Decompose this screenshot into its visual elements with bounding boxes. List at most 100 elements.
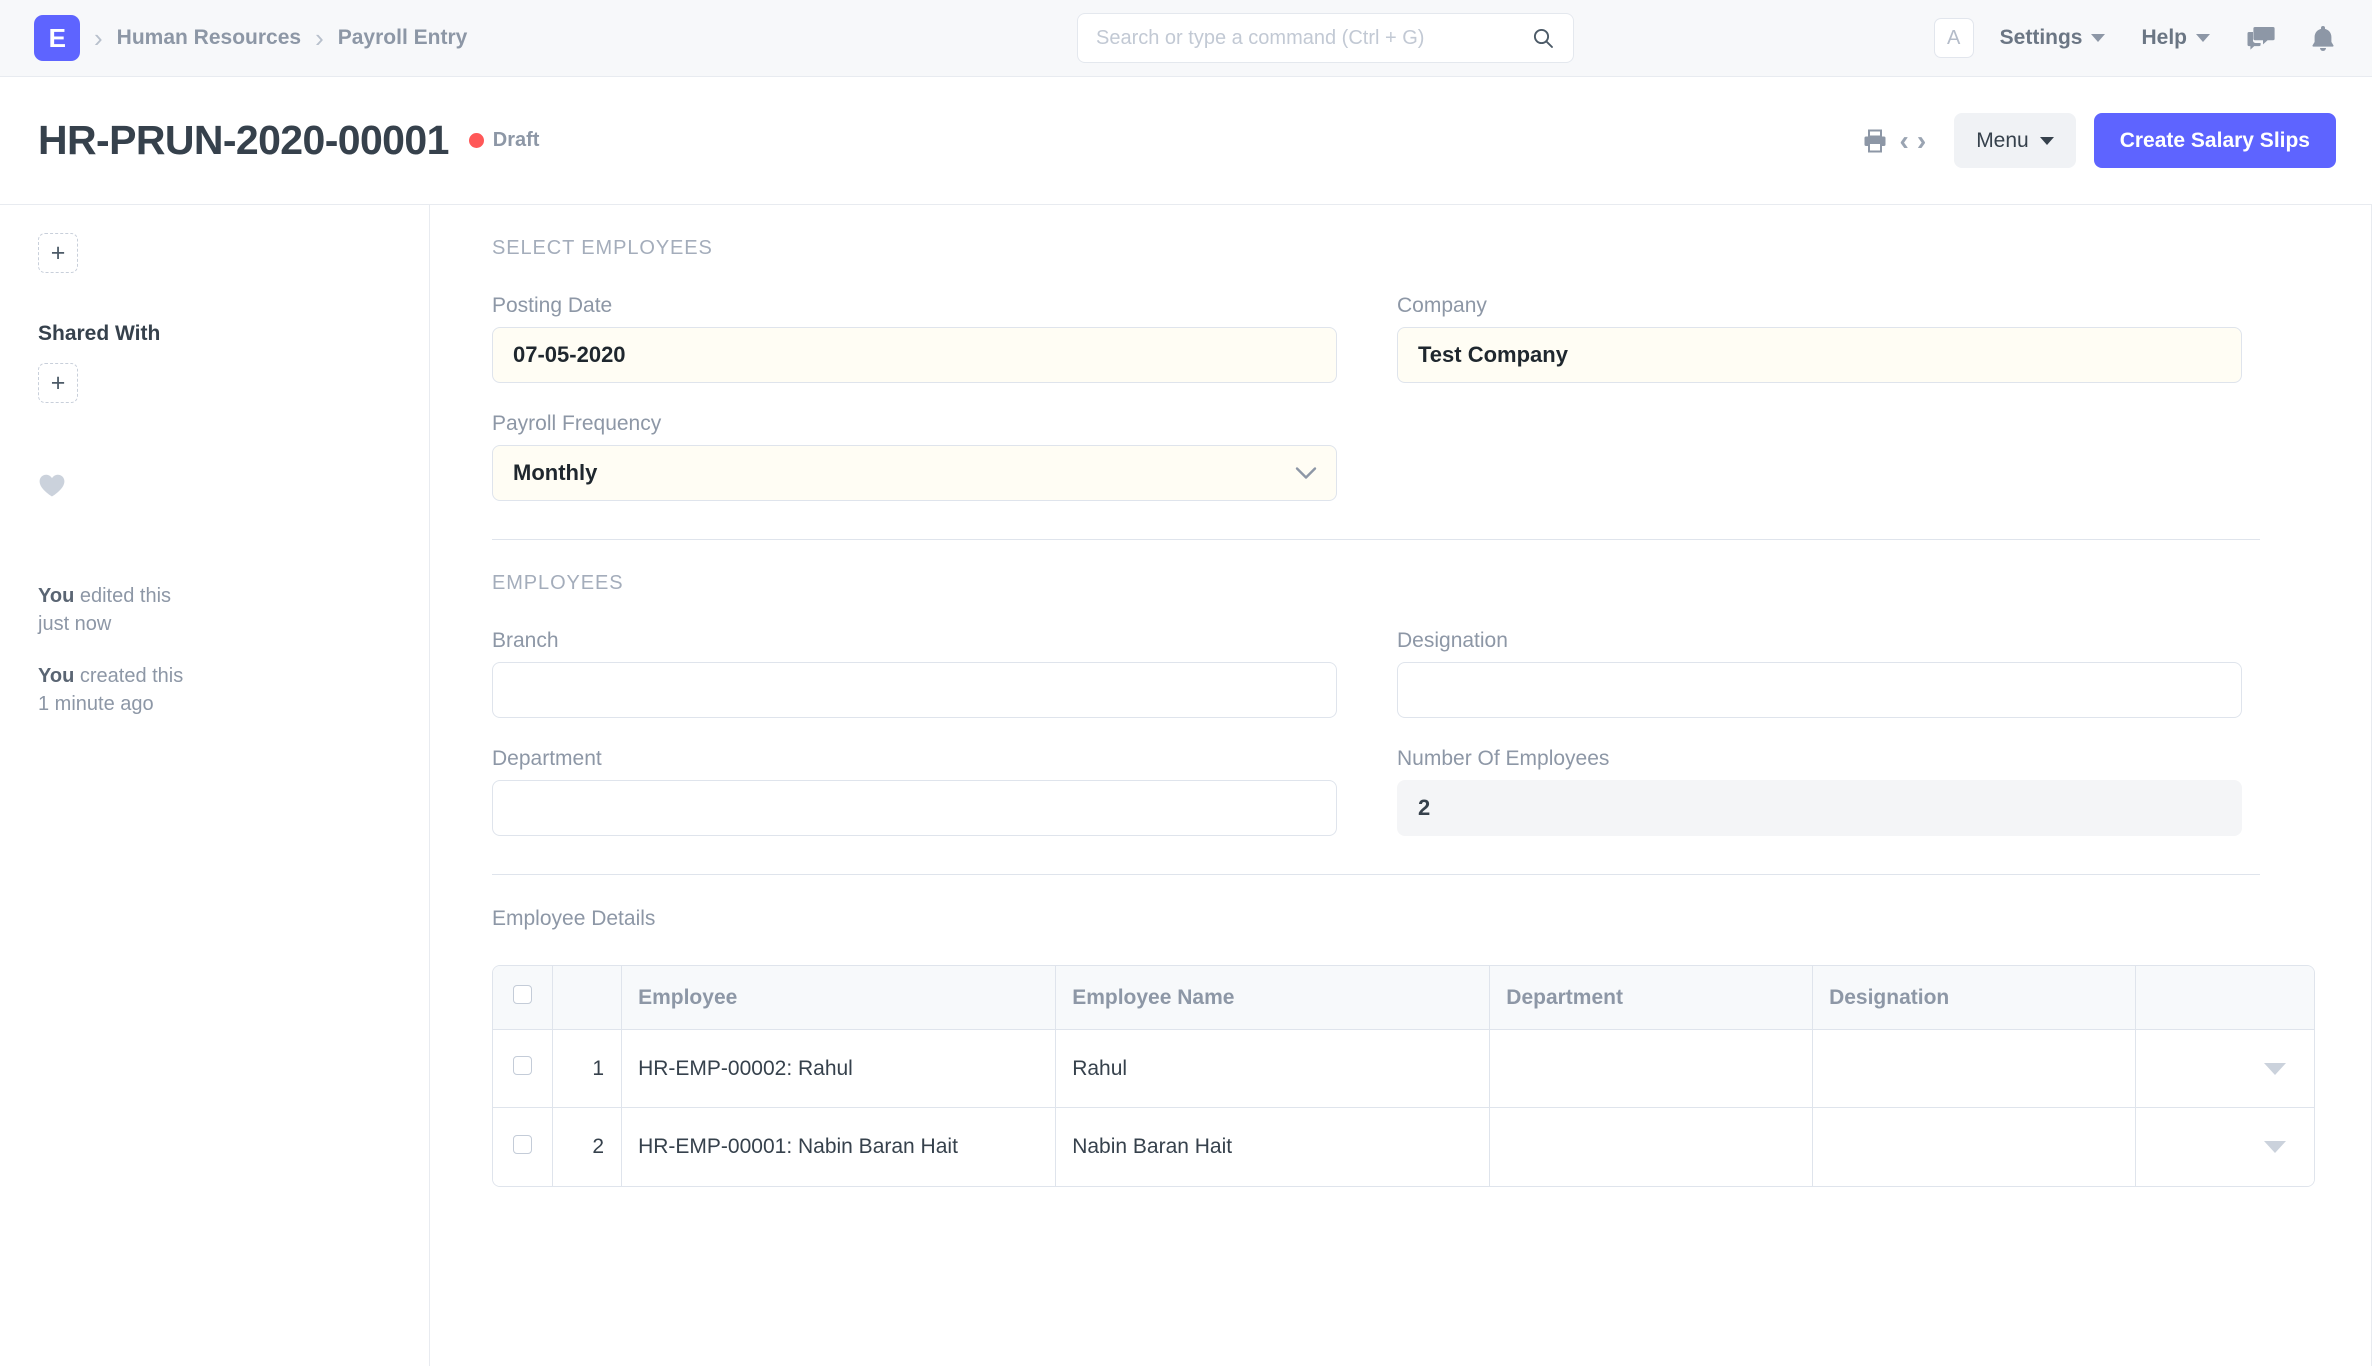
designation-input[interactable] — [1397, 662, 2242, 718]
cell-employee[interactable]: HR-EMP-00001: Nabin Baran Hait — [622, 1108, 1057, 1186]
page-title: HR-PRUN-2020-00001 — [38, 117, 449, 163]
app-logo-letter: E — [48, 22, 66, 53]
like-button[interactable] — [38, 473, 429, 503]
chevron-down-icon — [2091, 34, 2106, 42]
breadcrumb: E › Human Resources › Payroll Entry — [34, 15, 467, 61]
chevron-right-icon: › — [94, 23, 103, 53]
chat-button[interactable] — [2246, 25, 2276, 51]
section-employees: Employees Branch Department Designation — [492, 540, 2260, 875]
company-input[interactable] — [1397, 327, 2242, 383]
row-expand-cell[interactable] — [2135, 1030, 2314, 1108]
column-header-actions — [2135, 966, 2314, 1030]
shared-with-label: Shared With — [38, 322, 161, 345]
search-icon — [1533, 28, 1553, 48]
expand-row-icon[interactable] — [2264, 1141, 2286, 1153]
designation-label: Designation — [1397, 629, 1508, 652]
plus-icon: + — [50, 238, 66, 267]
cell-employee-name[interactable]: Rahul — [1056, 1030, 1491, 1108]
search-input[interactable] — [1096, 26, 1531, 50]
row-checkbox[interactable] — [513, 1056, 533, 1075]
status-label: Draft — [492, 129, 540, 151]
add-assignment-button[interactable]: + — [38, 233, 78, 273]
activity-actor: You — [38, 585, 75, 607]
column-header-employee-name: Employee Name — [1056, 966, 1491, 1030]
column-right: Company — [1397, 294, 2242, 501]
number-of-employees-input — [1397, 780, 2242, 836]
row-select-cell[interactable] — [493, 1108, 554, 1186]
expand-row-icon[interactable] — [2264, 1062, 2286, 1075]
print-button[interactable] — [1854, 128, 1896, 154]
posting-date-label: Posting Date — [492, 294, 613, 317]
number-of-employees-label: Number Of Employees — [1397, 747, 1610, 770]
next-document-button[interactable]: › — [1913, 126, 1930, 155]
status-indicator-dot — [468, 133, 484, 148]
chevron-down-icon — [2196, 34, 2210, 42]
cell-department[interactable] — [1490, 1108, 1814, 1186]
company-label: Company — [1397, 294, 1487, 317]
breadcrumb-payroll-entry[interactable]: Payroll Entry — [338, 26, 468, 50]
row-checkbox[interactable] — [513, 1134, 533, 1154]
employee-details-table: Employee Employee Name Department Design… — [492, 965, 2315, 1187]
cell-designation[interactable] — [1813, 1030, 2136, 1108]
row-index-header — [553, 966, 623, 1030]
activity-time: 1 minute ago — [38, 693, 154, 716]
top-navbar: E › Human Resources › Payroll Entry A Se… — [0, 0, 2372, 77]
app-logo[interactable]: E — [34, 15, 80, 61]
avatar-letter: A — [1946, 26, 1961, 49]
activity-item: You edited this just now — [38, 582, 429, 639]
table-row[interactable]: 2 HR-EMP-00001: Nabin Baran Hait Nabin B… — [493, 1108, 2314, 1186]
table-row[interactable]: 1 HR-EMP-00002: Rahul Rahul — [493, 1030, 2314, 1108]
activity-time: just now — [38, 613, 112, 636]
field-posting-date: Posting Date — [492, 294, 1337, 383]
page-header: HR-PRUN-2020-00001 Draft ‹ › Menu Create… — [0, 77, 2372, 205]
chat-icon — [2247, 27, 2275, 50]
field-payroll-frequency: Payroll Frequency — [492, 412, 1337, 501]
department-input[interactable] — [492, 780, 1337, 836]
cell-department[interactable] — [1490, 1030, 1814, 1108]
plus-icon: + — [50, 368, 66, 397]
cell-employee-name[interactable]: Nabin Baran Hait — [1056, 1108, 1491, 1186]
notifications-button[interactable] — [2310, 24, 2336, 52]
breadcrumb-human-resources[interactable]: Human Resources — [117, 26, 301, 50]
settings-dropdown[interactable]: Settings — [2000, 26, 2106, 50]
column-header-employee: Employee — [622, 966, 1057, 1030]
row-select-cell[interactable] — [493, 1030, 554, 1108]
settings-label: Settings — [1999, 26, 2083, 49]
section-employee-details: Employee Details Employee Employee Name … — [492, 875, 2315, 1225]
column-left: Posting Date Payroll Frequency — [492, 294, 1337, 501]
activity-actor: You — [38, 664, 75, 687]
select-all-checkbox[interactable] — [513, 985, 533, 1004]
field-designation: Designation — [1397, 629, 2242, 718]
chevron-down-icon — [2039, 136, 2054, 145]
menu-label: Menu — [1976, 128, 2029, 152]
menu-dropdown-button[interactable]: Menu — [1954, 113, 2076, 168]
table-header-row: Employee Employee Name Department Design… — [493, 966, 2314, 1030]
chevron-right-icon: › — [315, 23, 324, 53]
column-header-designation: Designation — [1813, 966, 2136, 1030]
create-salary-slips-button[interactable]: Create Salary Slips — [2093, 113, 2336, 168]
row-index: 2 — [553, 1108, 623, 1186]
section-title-employees: Employees — [492, 572, 624, 594]
add-share-button[interactable]: + — [38, 363, 78, 403]
row-index: 1 — [553, 1030, 623, 1108]
row-expand-cell[interactable] — [2135, 1108, 2314, 1186]
field-department: Department — [492, 747, 1337, 836]
document-sidebar: + Shared With + You edited this just now… — [0, 205, 430, 1366]
previous-document-button[interactable]: ‹ — [1896, 126, 1913, 155]
posting-date-input[interactable] — [492, 327, 1337, 383]
payroll-frequency-select[interactable] — [492, 445, 1337, 501]
section-title-select-employees: Select Employees — [492, 237, 713, 259]
help-dropdown[interactable]: Help — [2141, 26, 2210, 50]
select-all-header[interactable] — [493, 966, 554, 1030]
department-label: Department — [492, 747, 602, 770]
branch-label: Branch — [492, 629, 559, 652]
avatar[interactable]: A — [1933, 18, 1974, 58]
cell-designation[interactable] — [1813, 1108, 2136, 1186]
global-search[interactable] — [1077, 13, 1574, 63]
page-actions: ‹ › Menu Create Salary Slips — [1854, 113, 2336, 168]
payroll-frequency-label: Payroll Frequency — [492, 412, 662, 435]
cell-employee[interactable]: HR-EMP-00002: Rahul — [622, 1030, 1057, 1108]
status-badge: Draft — [468, 129, 540, 152]
branch-input[interactable] — [492, 662, 1337, 718]
section-title-employee-details: Employee Details — [492, 907, 656, 930]
